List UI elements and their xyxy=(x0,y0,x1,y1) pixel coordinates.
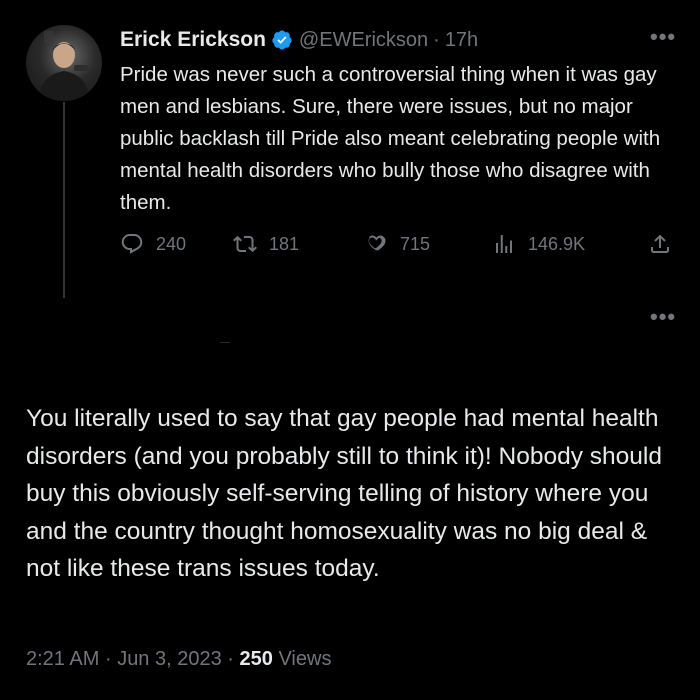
views-icon xyxy=(496,235,512,253)
reply-more-icon[interactable]: ••• xyxy=(650,306,676,328)
retweet-icon xyxy=(233,235,257,253)
author-name[interactable]: Erick Erickson xyxy=(120,28,266,52)
tweet-metadata: 2:21 AM · Jun 3, 2023 · 250 Views xyxy=(26,648,331,671)
header-separator: · xyxy=(433,28,440,51)
more-icon[interactable]: ••• xyxy=(650,26,676,48)
view-count: 146.9K xyxy=(528,233,586,254)
retweet-button[interactable]: 181 xyxy=(233,232,299,256)
tweet-date[interactable]: Jun 3, 2023 xyxy=(117,648,222,670)
views-label: Views xyxy=(278,648,332,670)
like-count: 715 xyxy=(400,233,431,254)
tweet-action-bar: 240 181 715 146.9K xyxy=(120,232,680,262)
reply-count: 240 xyxy=(156,233,187,254)
meta-separator: · xyxy=(104,648,112,670)
thread-connector-line xyxy=(63,102,65,298)
share-button[interactable] xyxy=(648,232,684,256)
reply-button[interactable]: 240 xyxy=(120,232,186,256)
like-button[interactable]: 715 xyxy=(364,232,430,256)
quoted-tweet-text: Pride was never such a controversial thi… xyxy=(120,63,661,214)
views-button[interactable]: 146.9K xyxy=(492,232,585,256)
meta-separator-2: · xyxy=(227,648,234,670)
like-icon xyxy=(368,235,386,251)
retweet-count: 181 xyxy=(269,233,300,254)
reply-icon xyxy=(121,234,143,254)
tweet-time[interactable]: 2:21 AM xyxy=(26,648,99,670)
divider-artifact xyxy=(220,342,230,343)
tweet-age[interactable]: 17h xyxy=(445,29,478,52)
author-handle[interactable]: @EWErickson xyxy=(299,29,428,52)
share-icon xyxy=(651,234,669,253)
verified-badge-icon xyxy=(271,29,293,51)
reply-tweet-text: You literally used to say that gay peopl… xyxy=(26,405,662,582)
avatar[interactable] xyxy=(26,25,102,101)
reply-view-count[interactable]: 250 xyxy=(240,648,273,670)
quoted-tweet-header: Erick Erickson @EWErickson · 17h xyxy=(120,27,478,53)
